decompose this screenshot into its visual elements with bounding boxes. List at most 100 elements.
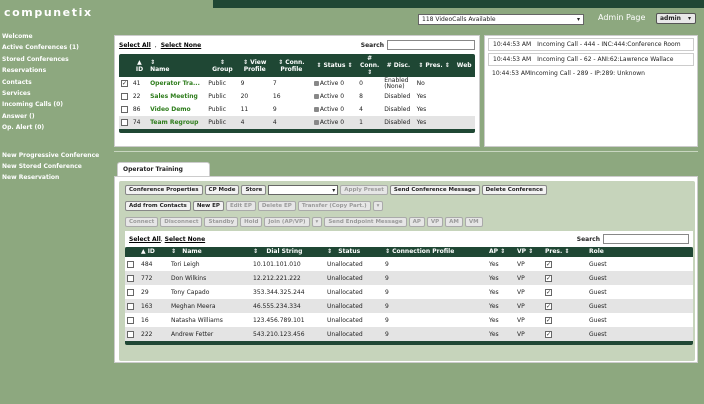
sidebar-item-welcome[interactable]: Welcome (0, 31, 112, 42)
sidebar-item-answer[interactable]: Answer () (0, 111, 112, 122)
table-row[interactable]: 484 Tori Leigh 10.101.101.010 Unallocate… (125, 257, 693, 271)
row-checkbox[interactable] (125, 257, 139, 271)
table-row[interactable]: 86 Video Demo Public 11 9 Active 0 4 Dis… (119, 103, 475, 116)
cp-mode-button[interactable]: CP Mode (204, 185, 240, 195)
table-row[interactable]: 772 Don Wilkins 12.212.221.222 Unallocat… (125, 271, 693, 285)
select-none-link[interactable]: Select None (165, 236, 206, 243)
checkbox-checked[interactable]: ✓ (121, 80, 128, 87)
checkbox[interactable] (127, 302, 134, 310)
header-id[interactable]: ▲ ID (131, 54, 148, 77)
row-checkbox[interactable] (119, 116, 131, 129)
delete-conference-button[interactable]: Delete Conference (481, 185, 547, 195)
table-row[interactable]: 222 Andrew Fetter 543.210.123.456 Unallo… (125, 327, 693, 341)
select-none-link[interactable]: Select None (161, 42, 202, 49)
join-button[interactable]: Join (AP/VP) (264, 217, 310, 227)
am-button[interactable]: AM (445, 217, 463, 227)
videocalls-select[interactable]: 118 VideoCalls Available ▾ (418, 14, 584, 25)
header-view-profile[interactable]: ⇕ View Profile (239, 54, 271, 77)
sidebar-item-services[interactable]: Services (0, 88, 112, 99)
header-ap[interactable]: AP ⇕ (487, 247, 515, 257)
connect-button[interactable]: Connect (125, 217, 159, 227)
pres-checkbox[interactable]: ✓ (545, 302, 552, 310)
cell-name[interactable]: Video Demo (148, 103, 207, 116)
disconnect-button[interactable]: Disconnect (160, 217, 203, 227)
vp-button[interactable]: VP (426, 217, 444, 227)
select-all-link[interactable]: Select All (119, 42, 151, 49)
admin-user-dropdown[interactable]: admin ▾ (656, 13, 696, 24)
table-row[interactable]: 16 Natasha Williams 123.456.789.101 Unal… (125, 313, 693, 327)
header-status[interactable]: ⇕ Status ⇕ (312, 54, 357, 77)
standby-button[interactable]: Standby (204, 217, 239, 227)
header-id[interactable]: ▲ ID (139, 247, 169, 257)
sidebar-item-new-reservation[interactable]: New Reservation (0, 172, 112, 183)
ap-button[interactable]: AP (408, 217, 425, 227)
row-checkbox[interactable] (125, 285, 139, 299)
conference-properties-button[interactable]: Conference Properties (125, 185, 203, 195)
table-row[interactable]: 74 Team Regroup Public 4 4 Active 0 1 Di… (119, 116, 475, 129)
header-conn-count[interactable]: # Conn. ⇕ (357, 54, 382, 77)
checkbox[interactable] (121, 93, 128, 100)
send-conference-message-button[interactable]: Send Conference Message (389, 185, 480, 195)
checkbox[interactable] (121, 106, 128, 113)
pres-checkbox[interactable]: ✓ (545, 330, 552, 338)
row-checkbox[interactable] (125, 271, 139, 285)
sidebar-item-incoming-calls[interactable]: Incoming Calls (0) (0, 99, 112, 110)
checkbox[interactable] (127, 316, 134, 324)
row-checkbox[interactable] (125, 327, 139, 341)
table-row[interactable]: ✓ 41 Operator Tra... Public 9 7 Active 0… (119, 77, 475, 90)
header-group[interactable]: ⇕ Group (206, 54, 238, 77)
search-input[interactable] (603, 234, 689, 244)
header-disc-count[interactable]: # Disc. (382, 54, 414, 77)
hold-button[interactable]: Hold (240, 217, 263, 227)
sidebar-item-stored-conferences[interactable]: Stored Conferences (0, 54, 112, 65)
cell-name[interactable]: Sales Meeting (148, 90, 207, 103)
preset-select[interactable]: ▾ (268, 185, 339, 195)
checkbox[interactable] (127, 274, 134, 282)
store-button[interactable]: Store (241, 185, 267, 195)
sidebar-item-reservations[interactable]: Reservations (0, 65, 112, 76)
add-from-contacts-button[interactable]: Add from Contacts (125, 201, 191, 211)
header-connection-profile[interactable]: ⇕ Connection Profile (383, 247, 487, 257)
header-name[interactable]: ⇕ Name (148, 54, 206, 77)
header-vp[interactable]: VP ⇕ (515, 247, 543, 257)
join-dropdown[interactable]: ▾ (311, 217, 323, 227)
send-endpoint-message-button[interactable]: Send Endpoint Message (324, 217, 407, 227)
call-log-entry[interactable]: 10:44:53 AM Incoming Call - 62 - ANI:62:L… (488, 53, 694, 66)
pres-checkbox[interactable]: ✓ (545, 316, 552, 324)
pres-checkbox[interactable]: ✓ (545, 288, 552, 296)
pres-checkbox[interactable]: ✓ (545, 274, 552, 282)
call-log-entry[interactable]: 10:44:53 AM Incoming Call - 444 - INC:444… (488, 38, 694, 51)
row-checkbox[interactable] (119, 103, 131, 116)
checkbox[interactable] (121, 119, 128, 126)
cell-name[interactable]: Team Regroup (148, 116, 207, 129)
pres-checkbox[interactable]: ✓ (545, 260, 552, 268)
sidebar-item-new-stored-conference[interactable]: New Stored Conference (0, 161, 112, 172)
sidebar-item-new-progressive-conference[interactable]: New Progressive Conference (0, 150, 112, 161)
call-log-entry[interactable]: 10:44:53 AMIncoming Call - 289 - IP:289:… (488, 68, 694, 79)
select-all-link[interactable]: Select All (129, 236, 161, 243)
header-dial-string[interactable]: ⇕ Dial String (251, 247, 325, 257)
search-input[interactable] (387, 40, 475, 50)
edit-ep-button[interactable]: Edit EP (225, 201, 256, 211)
header-pres[interactable]: Pres. ⇕ (543, 247, 587, 257)
row-checkbox[interactable] (119, 90, 131, 103)
cell-name[interactable]: Operator Tra... (148, 77, 207, 90)
row-checkbox[interactable] (125, 299, 139, 313)
header-name[interactable]: ⇕ Name (169, 247, 251, 257)
header-status[interactable]: ⇕ Status (325, 247, 383, 257)
table-row[interactable]: 29 Tony Capado 353.344.325.244 Unallocat… (125, 285, 693, 299)
checkbox[interactable] (127, 330, 134, 338)
checkbox[interactable] (127, 260, 134, 268)
row-checkbox[interactable]: ✓ (119, 77, 131, 90)
header-web[interactable]: Web (453, 54, 475, 77)
header-role[interactable]: Role (587, 247, 693, 257)
close-icon[interactable]: × (199, 162, 205, 170)
delete-ep-button[interactable]: Delete EP (257, 201, 296, 211)
vm-button[interactable]: VM (464, 217, 483, 227)
header-conn-profile[interactable]: ⇕ Conn. Profile (271, 54, 312, 77)
new-ep-button[interactable]: New EP (192, 201, 224, 211)
sidebar-item-op-alert[interactable]: Op. Alert (0) (0, 122, 112, 133)
transfer-button[interactable]: Transfer (Copy Part.) (297, 201, 371, 211)
header-pres[interactable]: ⇕ Pres. ⇕ (415, 54, 454, 77)
sidebar-item-contacts[interactable]: Contacts (0, 77, 112, 88)
